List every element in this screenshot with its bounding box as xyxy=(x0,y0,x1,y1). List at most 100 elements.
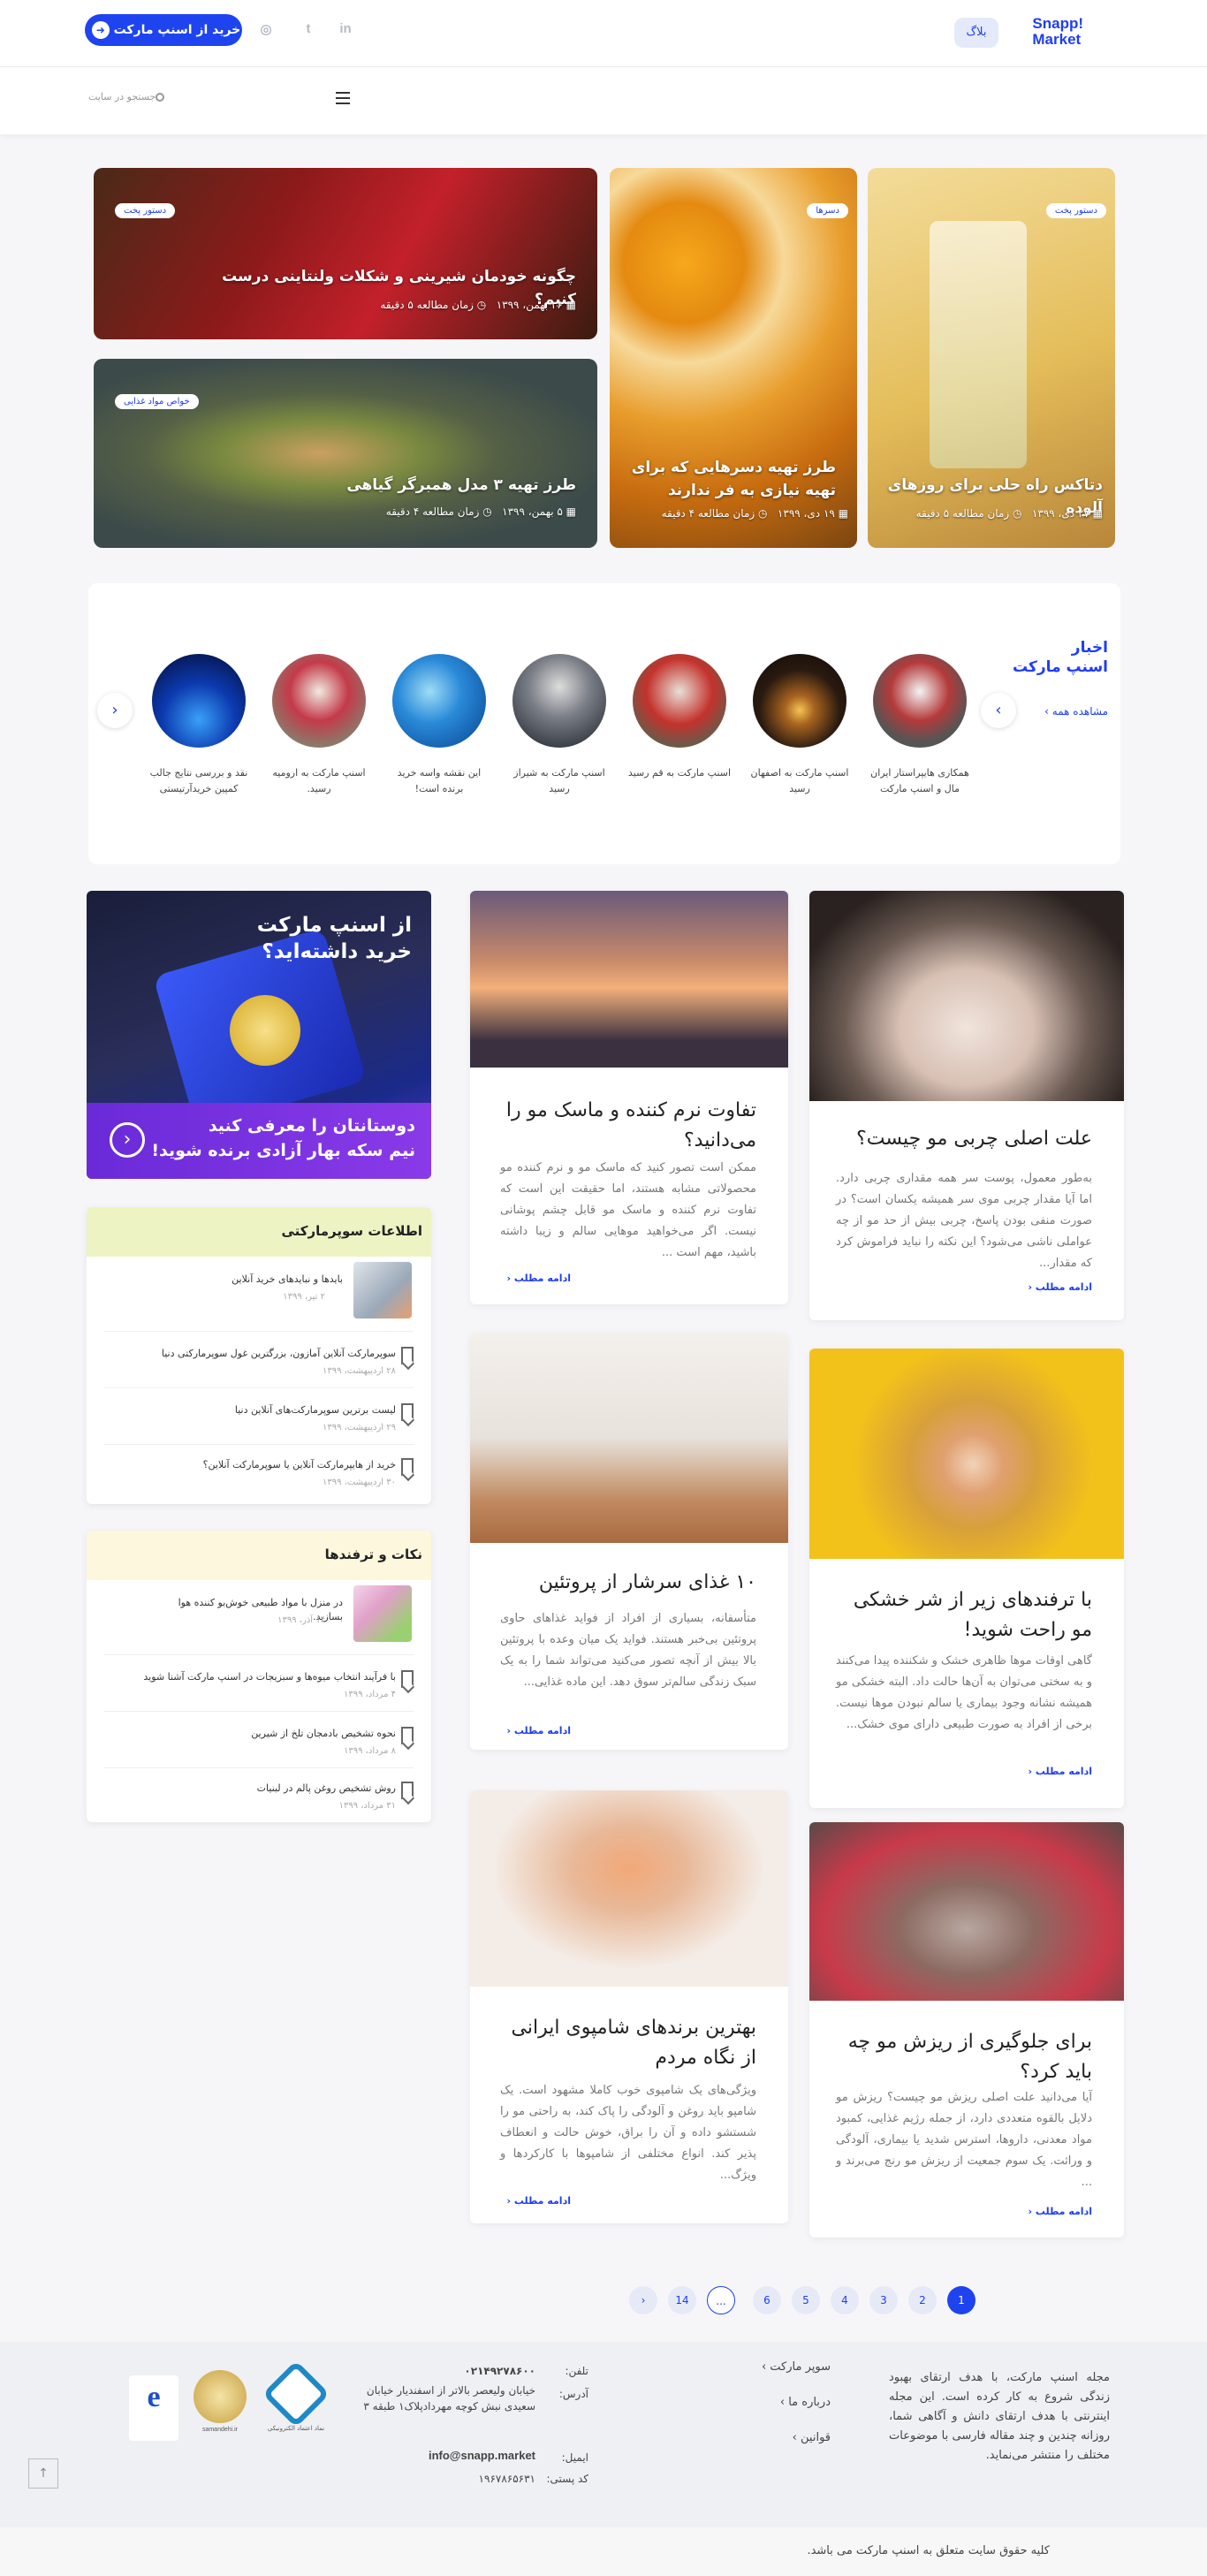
email-value[interactable]: info@snapp.market xyxy=(429,2446,535,2466)
bookmark-icon xyxy=(401,1347,414,1364)
e-namad-badge[interactable]: نماد اعتماد الکترونیکی xyxy=(262,2359,330,2441)
article-card[interactable]: ۱۰ غذای سرشار از پروتئین متأسفانه، بسیار… xyxy=(470,1333,788,1750)
twitter-icon[interactable]: t xyxy=(299,21,318,39)
article-title[interactable]: ۱۰ غذای سرشار از پروتئین xyxy=(500,1568,756,1598)
buy-from-snapp-market-button[interactable]: خرید از اسنپ مارکت ➜ xyxy=(85,14,242,46)
widget-item[interactable]: نحوه تشخیص بادمجان تلخ از شیرین xyxy=(251,1727,396,1741)
article-excerpt: ممکن است تصور کنید که ماسک مو و نرم کنند… xyxy=(500,1161,756,1259)
read-more-link[interactable]: ادامه مطلب ‹ xyxy=(506,1273,571,1284)
article-excerpt: به‌طور معمول، پوست سر همه مقداری چربی دا… xyxy=(836,1172,1092,1270)
article-card[interactable]: با ترفندهای زیر از شر خشکی مو راحت شوید!… xyxy=(809,1349,1124,1808)
referral-promo-banner[interactable]: از اسنپ مارکت خرید داشته‌اید؟ دوستانتان ر… xyxy=(87,891,431,1179)
search-input[interactable]: جستجو در سایت xyxy=(88,91,265,109)
news-thumb[interactable] xyxy=(392,654,486,748)
footer-about: مجله اسنپ مارکت، با هدف ارتقای بهبود زند… xyxy=(889,2371,1110,2462)
postal-label: کد پستی: xyxy=(546,2473,588,2485)
news-title: اخبار اسنپ مارکت xyxy=(1013,639,1108,676)
page-1[interactable]: 1 xyxy=(947,2286,975,2314)
article-image xyxy=(470,891,788,1068)
widget-date: ۱۴ آذر، ۱۳۹۹ xyxy=(277,1615,325,1625)
widget-item[interactable]: سوپرمارکت آنلاین آمازون، بزرگترین غول سو… xyxy=(162,1347,396,1361)
hero-meta: ▦ ۱۹ دی، ۱۳۹۹ ◷ زمان مطالعه ۴ دقیقه xyxy=(661,507,848,520)
promo-heading: از اسنپ مارکت خرید داشته‌اید؟ xyxy=(256,914,412,963)
divider xyxy=(104,1711,414,1712)
page-3[interactable]: 3 xyxy=(869,2286,898,2314)
hero-card-detox[interactable]: دستور پخت دتاکس راه حلی برای روزهای آلود… xyxy=(868,168,1115,548)
page-5[interactable]: 5 xyxy=(792,2286,820,2314)
hero-tag[interactable]: خواص مواد غذایی xyxy=(115,394,199,409)
page-14[interactable]: 14 xyxy=(668,2286,696,2314)
article-title[interactable]: برای جلوگیری از ریزش مو چه باید کرد؟ xyxy=(836,2027,1092,2087)
article-card[interactable]: تفاوت نرم کننده و ماسک مو را می‌دانید؟ م… xyxy=(470,891,788,1304)
read-more-link[interactable]: ادامه مطلب ‹ xyxy=(1028,1281,1092,1293)
news-thumb[interactable] xyxy=(272,654,366,748)
hero-tag[interactable]: دستور پخت xyxy=(115,203,176,218)
instagram-icon[interactable]: ◎ xyxy=(256,21,276,39)
news-thumb[interactable] xyxy=(753,654,846,748)
hero-meta: ▦ ۵ بهمن، ۱۳۹۹ ◷ زمان مطالعه ۴ دقیقه xyxy=(385,505,576,518)
widget-item[interactable]: خرید از هایپرمارکت آنلاین یا سوپرمارکت آ… xyxy=(203,1458,396,1472)
page-prev-button[interactable]: ‹ xyxy=(629,2286,657,2314)
scroll-to-top-button[interactable]: ↑ xyxy=(28,2458,58,2489)
page-2[interactable]: 2 xyxy=(908,2286,937,2314)
read-more-link[interactable]: ادامه مطلب ‹ xyxy=(1028,1766,1092,1777)
news-item-label[interactable]: اسنپ مارکت به شیراز رسید xyxy=(506,765,612,797)
news-thumb[interactable] xyxy=(512,654,606,748)
hero-card-burger[interactable]: خواص مواد غذایی طرز تهیه ۳ مدل همبرگر گی… xyxy=(94,359,597,548)
keyboard-thumb xyxy=(353,1262,412,1318)
widget-item[interactable]: بایدها و نبایدهای خرید آنلاین xyxy=(232,1273,343,1287)
postal-value: ۱۹۶۷۸۶۵۶۳۱ xyxy=(478,2473,535,2485)
article-title[interactable]: تفاوت نرم کننده و ماسک مو را می‌دانید؟ xyxy=(491,1096,756,1156)
footer-link-supermarket[interactable]: سوپر مارکت › xyxy=(762,2358,831,2377)
news-item-label[interactable]: اسنپ مارکت به اصفهان رسید xyxy=(747,765,853,797)
page-ellipsis: ... xyxy=(707,2286,735,2314)
snapp-market-logo[interactable]: Snapp! Market xyxy=(1032,16,1083,48)
news-item-label[interactable]: اسنپ مارکت به قم رسید xyxy=(626,765,733,781)
hero-card-desserts[interactable]: دسرها طرز تهیه دسرهایی که برای تهیه نیاز… xyxy=(610,168,857,548)
phone-value[interactable]: ۰۲۱۴۹۲۷۸۶۰۰ xyxy=(464,2361,535,2381)
promo-arrow-icon[interactable]: ‹ xyxy=(110,1122,145,1158)
footer-link-about[interactable]: درباره ما › xyxy=(780,2393,831,2413)
news-item-label[interactable]: همکاری هایپراستار ایران مال و اسنپ مارکت xyxy=(867,765,973,797)
blog-button[interactable]: بلاگ xyxy=(954,18,998,48)
news-thumb[interactable] xyxy=(152,654,246,748)
news-item-label[interactable]: نقد و بررسی نتایج جالب کمپین خریدآرتیستی xyxy=(146,765,252,797)
widget-title: نکات و ترفندها xyxy=(324,1546,422,1562)
hero-card-valentine[interactable]: دستور پخت چگونه خودمان شیرینی و شکلات ول… xyxy=(94,168,597,339)
article-excerpt: گاهی اوقات موها ظاهری خشک و شکننده پیدا … xyxy=(836,1654,1092,1731)
hero-tag[interactable]: دستور پخت xyxy=(1045,203,1106,218)
hero-title[interactable]: طرز تهیه ۳ مدل همبرگر گیاهی xyxy=(205,474,576,497)
page-4[interactable]: 4 xyxy=(831,2286,859,2314)
read-more-link[interactable]: ادامه مطلب ‹ xyxy=(506,1725,571,1736)
article-excerpt: آیا می‌دانید علت اصلی ریزش مو چیست؟ ریزش… xyxy=(836,2091,1092,2189)
read-more-link[interactable]: ادامه مطلب ‹ xyxy=(1028,2206,1092,2217)
divider xyxy=(104,1331,414,1332)
article-card[interactable]: برای جلوگیری از ریزش مو چه باید کرد؟ آیا… xyxy=(809,1822,1124,2238)
news-thumb[interactable] xyxy=(633,654,726,748)
widget-item[interactable]: روش تشخیص روغن پالم در لبنیات xyxy=(257,1782,396,1796)
news-item-label[interactable]: این نقشه واسه خرید برنده است! xyxy=(386,765,492,797)
menu-icon[interactable] xyxy=(336,92,350,104)
see-all-link[interactable]: مشاهده همه › xyxy=(1044,705,1108,718)
article-title[interactable]: بهترین برندهای شامپوی ایرانی از نگاه مرد… xyxy=(491,2013,756,2073)
copyright-text: کلیه حقوق سایت متعلق به اسنپ مارکت می با… xyxy=(807,2544,1050,2557)
hero-title[interactable]: طرز تهیه دسرهایی که برای تهیه نیازی به ف… xyxy=(624,456,836,502)
article-card[interactable]: بهترین برندهای شامپوی ایرانی از نگاه مرد… xyxy=(470,1790,788,2223)
article-excerpt: متأسفانه، بسیاری از افراد از فواید غذاها… xyxy=(500,1612,756,1689)
news-item-label[interactable]: اسنپ مارکت به ارومیه رسید. xyxy=(266,765,372,797)
article-title[interactable]: علت اصلی چربی مو چیست؟ xyxy=(827,1124,1092,1154)
footer-link-rules[interactable]: قوانین › xyxy=(793,2428,831,2448)
news-prev-button[interactable]: ‹ xyxy=(97,693,133,728)
page-6[interactable]: 6 xyxy=(753,2286,781,2314)
article-card[interactable]: علت اصلی چربی مو چیست؟ به‌طور معمول، پوس… xyxy=(809,891,1124,1320)
widget-item[interactable]: لیست برترین سوپرمارکت‌های آنلاین دنیا xyxy=(235,1403,396,1417)
hero-tag[interactable]: دسرها xyxy=(807,203,848,218)
read-more-link[interactable]: ادامه مطلب ‹ xyxy=(506,2195,571,2207)
enamad-badge[interactable]: e xyxy=(129,2375,178,2441)
article-title[interactable]: با ترفندهای زیر از شر خشکی مو راحت شوید! xyxy=(836,1585,1092,1645)
samandehi-badge[interactable]: samandehi.ir xyxy=(189,2370,251,2441)
news-thumb[interactable] xyxy=(873,654,967,748)
widget-item[interactable]: با فرآیند انتخاب میوه‌ها و سبزیجات در اس… xyxy=(143,1670,396,1684)
linkedin-icon[interactable]: in xyxy=(336,21,355,39)
news-next-button[interactable]: › xyxy=(981,693,1016,728)
